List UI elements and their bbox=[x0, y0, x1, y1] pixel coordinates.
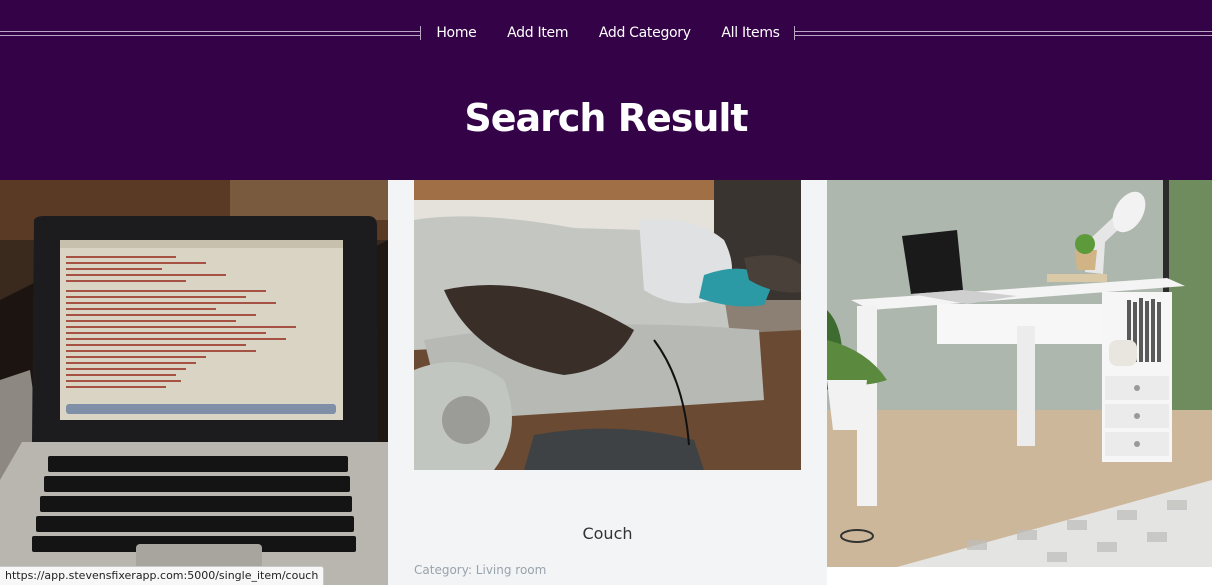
couch-photo[interactable] bbox=[414, 180, 801, 470]
result-card-desk[interactable] bbox=[827, 180, 1212, 567]
nav-add-category-link[interactable]: Add Category bbox=[599, 25, 691, 41]
laptop-photo[interactable] bbox=[0, 180, 388, 585]
nav-all-items-link[interactable]: All Items bbox=[721, 25, 780, 41]
nav-add-item-link[interactable]: Add Item bbox=[507, 25, 568, 41]
result-card-laptop[interactable] bbox=[0, 180, 388, 585]
status-bar-url: https://app.stevensfixerapp.com:5000/sin… bbox=[0, 566, 325, 585]
result-card-couch[interactable]: Couch Category: Living room bbox=[388, 180, 827, 585]
item-name[interactable]: Couch bbox=[388, 524, 827, 543]
item-category: Category: Living room bbox=[414, 563, 547, 577]
site-header: Home Add Item Add Category All Items Sea… bbox=[0, 0, 1212, 180]
nav-home-link[interactable]: Home bbox=[436, 25, 476, 41]
nav-divider-right bbox=[795, 31, 1212, 36]
page-title: Search Result bbox=[464, 96, 748, 140]
main-nav: Home Add Item Add Category All Items bbox=[421, 18, 795, 48]
nav-divider-left bbox=[0, 31, 420, 36]
desk-photo[interactable] bbox=[827, 180, 1212, 567]
page: Home Add Item Add Category All Items Sea… bbox=[0, 0, 1212, 585]
